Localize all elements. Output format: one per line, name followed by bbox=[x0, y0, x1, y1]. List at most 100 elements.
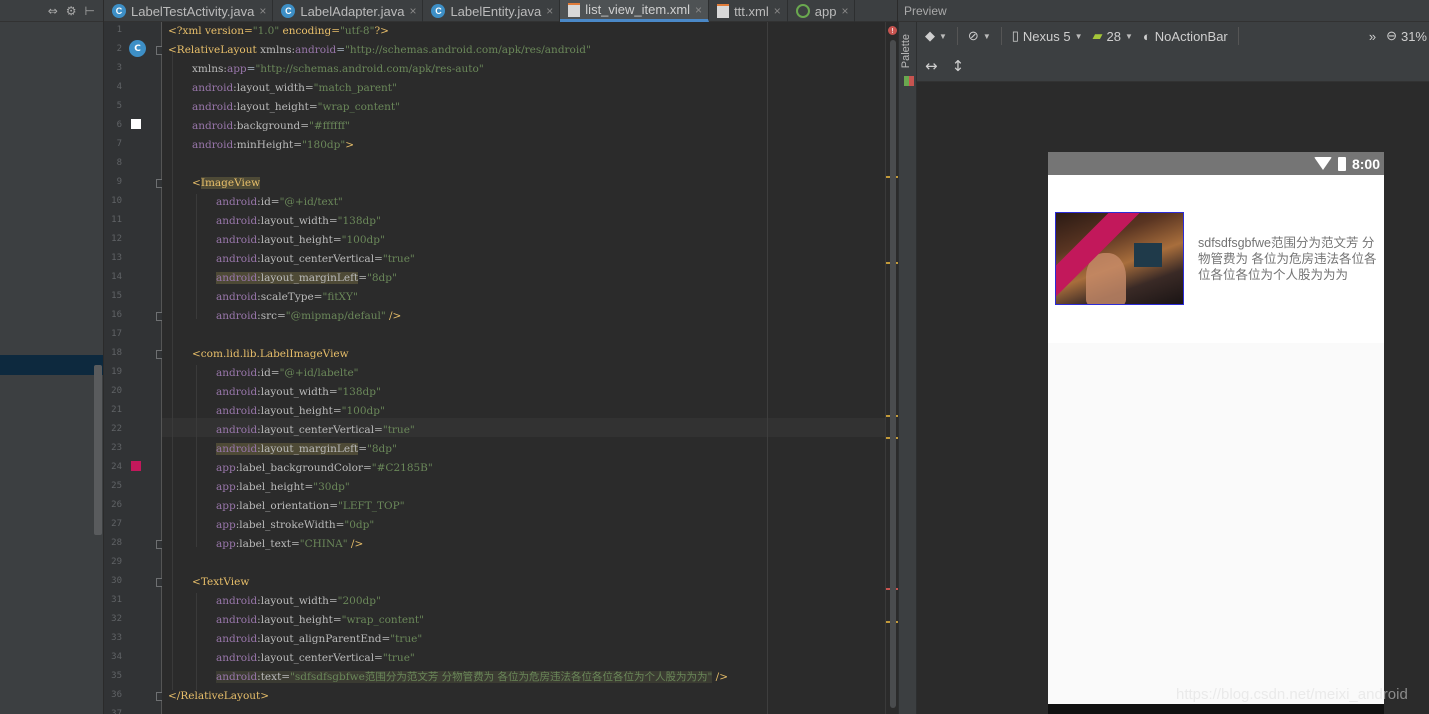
namespace: android bbox=[216, 424, 258, 436]
namespace: android bbox=[216, 671, 258, 683]
code-line: android:layout_width="200dp" bbox=[216, 592, 381, 611]
code-line: <ImageView bbox=[192, 174, 261, 193]
preview-toolbar: ◆ ▼ ⊘ ▼ ▯ Nexus 5 ▼ ▰ 28 ▼ ◐ NoActionBar » ⊖ 31% bbox=[917, 22, 1429, 50]
project-toolbar: ⇔ ⚙ ⊢ bbox=[0, 0, 103, 22]
code-editor[interactable]: <?xml version="1.0" encoding="utf-8"?> <… bbox=[162, 22, 885, 714]
line-number: 5 bbox=[116, 101, 122, 111]
theme-label: NoActionBar bbox=[1154, 28, 1228, 44]
namespace: app bbox=[226, 63, 247, 75]
status-time: 8:00 bbox=[1351, 155, 1380, 172]
photo-person bbox=[1086, 253, 1126, 304]
namespace: android bbox=[216, 614, 258, 626]
attr-name: :minHeight= bbox=[233, 139, 303, 151]
error-indicator-icon[interactable]: ! bbox=[888, 26, 897, 35]
close-icon[interactable]: × bbox=[546, 4, 553, 18]
close-icon[interactable]: × bbox=[409, 4, 416, 18]
attr-value: "true" bbox=[382, 424, 415, 436]
attr-value: "1.0" bbox=[252, 25, 280, 37]
design-surface-button[interactable]: ◆ ▼ bbox=[925, 28, 947, 44]
preview-size-toolbar: ↔ ↕ bbox=[917, 50, 1429, 82]
palette-strip[interactable]: Palette bbox=[898, 22, 917, 714]
preview-canvas: 8:00 sdfsdfsgbfwe范围分为范文芳 分物管费为 各位为危房违法各位… bbox=[917, 82, 1429, 714]
attr-name: :scaleType= bbox=[257, 291, 323, 303]
code-line: app:label_backgroundColor="#C2185B" bbox=[216, 459, 433, 478]
attr-name: :layout_centerVertical= bbox=[257, 652, 383, 664]
code-line: android:layout_centerVertical="true" bbox=[216, 649, 415, 668]
selected-tree-row[interactable] bbox=[0, 355, 103, 375]
code-line: android:layout_height="100dp" bbox=[216, 402, 385, 421]
height-resize-icon[interactable]: ↕ bbox=[952, 57, 965, 75]
namespace: android bbox=[295, 44, 337, 56]
api-level-selector[interactable]: ▰ 28 ▼ bbox=[1093, 28, 1133, 44]
tab-labelentity[interactable]: C LabelEntity.java × bbox=[423, 0, 561, 22]
width-resize-icon[interactable]: ↔ bbox=[925, 57, 938, 75]
line-number: 21 bbox=[111, 405, 122, 415]
attr-name: :layout_width= bbox=[257, 386, 338, 398]
attr-value: "fitXY" bbox=[322, 291, 358, 303]
attr-value: "#ffffff" bbox=[309, 120, 350, 132]
line-number: 33 bbox=[111, 633, 122, 643]
project-scrollbar[interactable] bbox=[94, 365, 102, 535]
attr-value: "true" bbox=[382, 253, 415, 265]
label-image-view[interactable] bbox=[1055, 212, 1184, 305]
line-number: 10 bbox=[111, 196, 122, 206]
tab-labeltestactivity[interactable]: C LabelTestActivity.java × bbox=[104, 0, 274, 22]
tag-close: /> bbox=[385, 310, 402, 322]
attr-name: :layout_marginLeft bbox=[257, 443, 359, 455]
attr-name: :layout_width= bbox=[257, 215, 338, 227]
palette-icon bbox=[904, 76, 914, 86]
line-number: 29 bbox=[111, 557, 122, 567]
class-marker-icon[interactable]: C bbox=[129, 40, 146, 57]
attr-name: :background= bbox=[233, 120, 310, 132]
namespace: app bbox=[216, 500, 236, 512]
close-icon[interactable]: × bbox=[259, 4, 266, 18]
code-line: xmlns:app="http://schemas.android.com/ap… bbox=[192, 60, 484, 79]
zoom-out-button[interactable]: ⊖ 31% bbox=[1386, 28, 1427, 44]
white-color-swatch[interactable] bbox=[131, 119, 141, 129]
attr-name: :id= bbox=[257, 196, 280, 208]
close-icon[interactable]: × bbox=[695, 3, 702, 17]
line-number: 12 bbox=[111, 234, 122, 244]
separator bbox=[956, 27, 958, 45]
tab-ttt[interactable]: ttt.xml × bbox=[709, 0, 788, 22]
pink-color-swatch[interactable] bbox=[131, 461, 141, 471]
attr-value: "sdfsdfsgbfwe范围分为范文芳 分物管费为 各位为危房违法各位各位各位… bbox=[290, 671, 713, 683]
device-selector[interactable]: ▯ Nexus 5 ▼ bbox=[1012, 28, 1083, 44]
namespace: android bbox=[216, 633, 258, 645]
app-module-icon bbox=[795, 4, 810, 18]
gear-icon[interactable]: ⚙ bbox=[66, 4, 77, 18]
close-icon[interactable]: × bbox=[841, 4, 848, 18]
namespace: app bbox=[216, 481, 236, 493]
namespace: android bbox=[216, 443, 258, 455]
editor-scrollbar[interactable] bbox=[890, 40, 896, 708]
code-line: android:layout_marginLeft="8dp" bbox=[216, 440, 397, 459]
pin-icon[interactable]: ⊢ bbox=[85, 4, 95, 18]
separator bbox=[1237, 27, 1239, 45]
theme-selector[interactable]: ◐ NoActionBar bbox=[1143, 29, 1228, 44]
namespace: android bbox=[192, 82, 234, 94]
tab-list-view-item[interactable]: list_view_item.xml × bbox=[560, 0, 710, 22]
editor-tab-bar: C LabelTestActivity.java × C LabelAdapte… bbox=[104, 0, 897, 22]
android-icon: ▰ bbox=[1092, 28, 1103, 43]
indent-guide bbox=[196, 593, 197, 690]
tab-labeladapter[interactable]: C LabelAdapter.java × bbox=[273, 0, 424, 22]
palette-label[interactable]: Palette bbox=[900, 34, 912, 68]
line-number: 36 bbox=[111, 690, 122, 700]
line-number: 15 bbox=[111, 291, 122, 301]
more-actions-button[interactable]: » bbox=[1369, 29, 1376, 44]
more-label: » bbox=[1368, 28, 1377, 44]
attr-value: "180dp" bbox=[302, 139, 346, 151]
tab-label: LabelTestActivity.java bbox=[131, 3, 255, 19]
watermark: https://blog.csdn.net/meixi_android bbox=[1176, 686, 1408, 703]
rotate-icon: ⊘ bbox=[967, 28, 979, 43]
list-item-preview[interactable]: sdfsdfsgbfwe范围分为范文芳 分物管费为 各位为危房违法各位各位各位各… bbox=[1048, 175, 1384, 343]
attr-name: :layout_centerVertical= bbox=[257, 424, 383, 436]
code-line: app:label_height="30dp" bbox=[216, 478, 350, 497]
attr-value: "http://schemas.android.com/apk/res-auto… bbox=[255, 63, 484, 75]
close-icon[interactable]: × bbox=[774, 4, 781, 18]
line-number: 27 bbox=[111, 519, 122, 529]
separator bbox=[1000, 27, 1002, 45]
split-icon[interactable]: ⇔ bbox=[48, 4, 58, 18]
orientation-button[interactable]: ⊘ ▼ bbox=[968, 28, 991, 44]
tab-app[interactable]: app × bbox=[788, 0, 856, 22]
